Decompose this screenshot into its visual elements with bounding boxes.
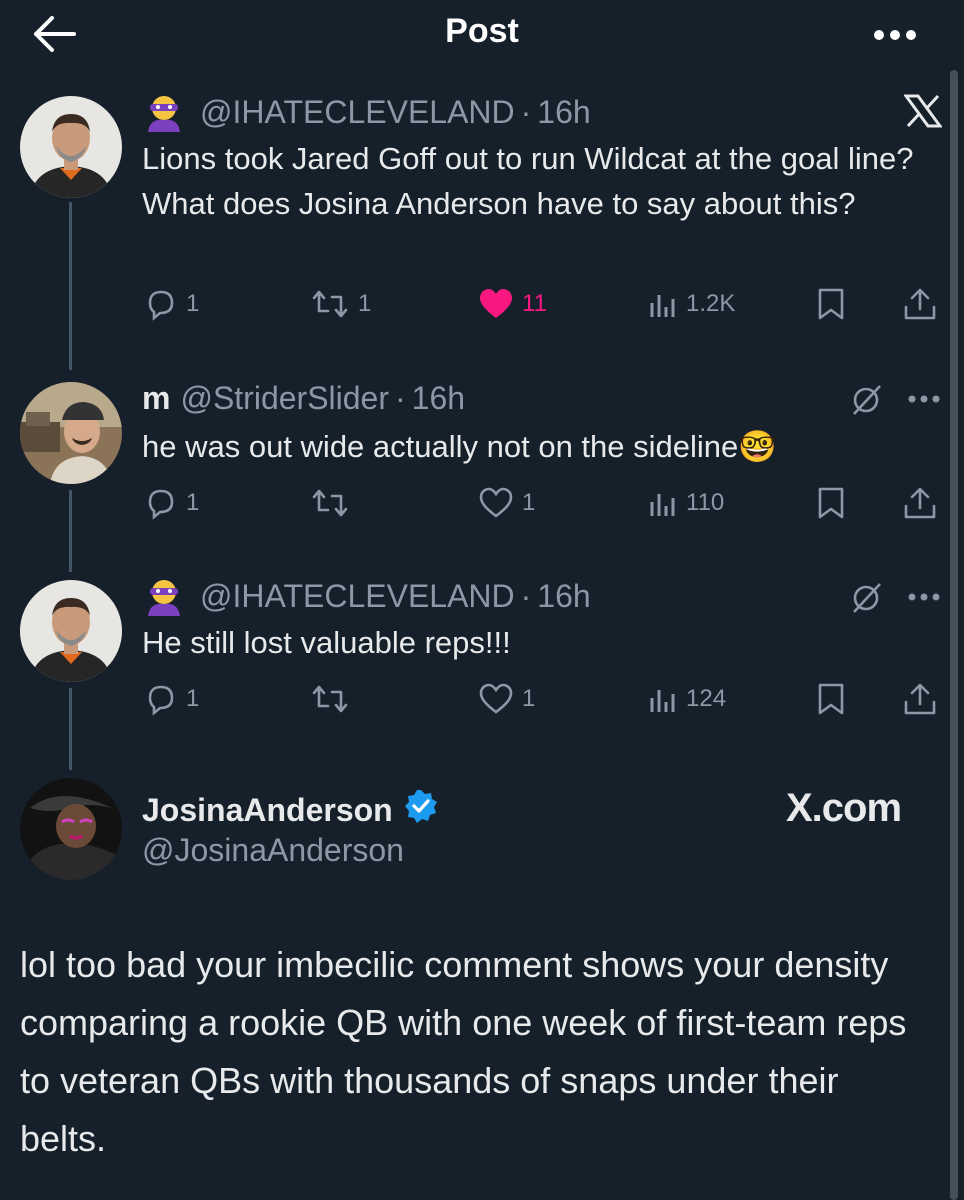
more-icon[interactable] [906,590,942,608]
reply-button[interactable]: 1 [144,287,199,321]
tweet-actions: 1 1 110 [142,486,942,526]
like-icon [479,487,513,518]
reply-button[interactable]: 1 [144,486,199,520]
avatar[interactable] [20,382,122,484]
tweet-header: @IHATECLEVELAND · 16h [142,92,591,132]
scrollbar[interactable] [950,70,958,1200]
repost-button[interactable] [310,682,358,716]
timestamp[interactable]: 16h [537,94,590,131]
like-count: 11 [522,290,547,317]
like-button[interactable]: 11 [478,287,547,321]
x-logo-icon [903,94,943,133]
share-button[interactable] [902,287,938,321]
separator-dot: · [395,380,406,416]
views-icon [650,295,675,317]
share-button[interactable] [902,486,938,520]
reply-icon [148,290,174,321]
views-button[interactable]: 124 [648,682,726,716]
display-name-row: JosinaAnderson [142,788,439,832]
repost-count: 1 [358,290,372,317]
avatar[interactable] [20,580,122,682]
reply-icon [148,685,174,716]
avatar[interactable] [20,96,122,198]
reply-count: 1 [186,489,200,516]
reply-count: 1 [186,290,200,317]
timestamp[interactable]: 16h [412,380,465,417]
thread-line [69,202,72,370]
user-handle[interactable]: @IHATECLEVELAND [200,94,515,131]
repost-button[interactable] [310,486,358,520]
villain-emoji-icon [142,576,186,616]
bookmark-icon [818,288,844,320]
repost-icon [312,290,348,318]
view-count: 110 [686,489,725,516]
verified-icon [403,788,439,832]
display-name[interactable]: m [142,380,170,417]
bookmark-icon [818,487,844,519]
more-icon[interactable] [906,392,942,410]
like-count: 1 [522,489,536,516]
separator-dot: · [520,93,532,130]
bookmark-icon [818,683,844,715]
share-button[interactable] [902,682,938,716]
tweet-header: @IHATECLEVELAND · 16h [142,576,591,616]
main-post-text: lol too bad your imbecilic comment shows… [20,944,907,1159]
like-icon [480,289,512,318]
user-handle[interactable]: @JosinaAnderson [142,832,404,869]
tweet-text: He still lost valuable reps!!! [142,625,511,660]
bookmark-button[interactable] [816,287,846,321]
more-icon[interactable] [872,28,918,42]
separator-dot: · [520,577,532,614]
like-button[interactable]: 1 [478,486,535,520]
page-title: Post [445,12,519,50]
tweet-actions: 1 1 11 1.2K [142,287,942,327]
views-button[interactable]: 110 [648,486,724,520]
thread-line [69,688,72,770]
user-handle[interactable]: @StriderSlider [180,380,389,417]
share-icon [904,288,936,320]
top-bar: Post [0,0,964,70]
display-name[interactable]: JosinaAnderson [142,792,393,829]
avatar[interactable] [20,778,122,880]
view-count: 124 [686,685,727,712]
reply-count: 1 [186,685,200,712]
like-count: 1 [522,685,536,712]
like-icon [479,683,513,714]
x-watermark: X.com [786,786,902,830]
grok-icon[interactable] [850,382,884,421]
view-count: 1.2K [686,290,736,317]
tweet-header: m @StriderSlider · 16h [142,380,465,417]
repost-icon [312,489,348,517]
views-icon [650,690,675,712]
share-icon [904,683,936,715]
views-button[interactable]: 1.2K [648,287,735,321]
grok-icon[interactable] [850,580,884,619]
bookmark-button[interactable] [816,486,846,520]
like-button[interactable]: 1 [478,682,535,716]
tweet-text: he was out wide actually not on the side… [142,429,777,464]
share-icon [904,487,936,519]
timestamp[interactable]: 16h [537,578,590,615]
villain-emoji-icon [142,92,186,132]
bookmark-button[interactable] [816,682,846,716]
reply-button[interactable]: 1 [144,682,199,716]
thread-line [69,490,72,572]
user-handle[interactable]: @IHATECLEVELAND [200,578,515,615]
tweet-text: Lions took Jared Goff out to run Wildcat… [142,141,914,221]
reply-icon [148,489,174,520]
tweet-actions: 1 1 124 [142,682,942,722]
repost-button[interactable]: 1 [310,287,371,321]
views-icon [650,494,675,516]
repost-icon [312,685,348,713]
